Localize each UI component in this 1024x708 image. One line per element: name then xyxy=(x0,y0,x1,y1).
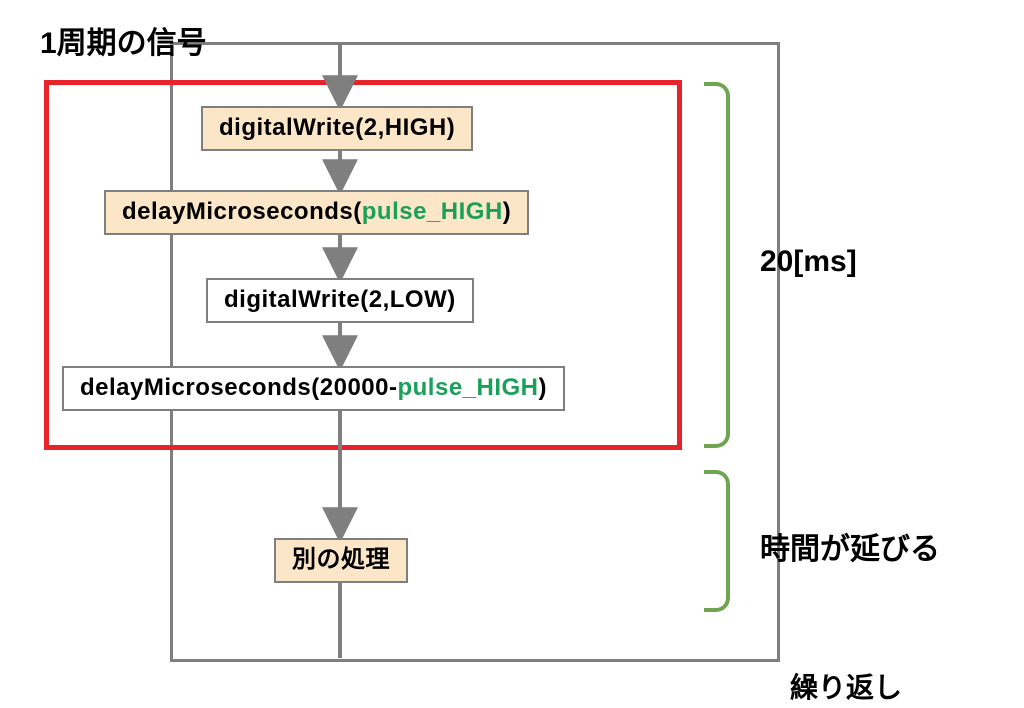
step-param: pulse_HIGH xyxy=(362,198,503,227)
step-text: 別の処理 xyxy=(292,546,390,575)
step-text: digitalWrite(2,HIGH) xyxy=(219,114,455,143)
step-text-pre: delayMicroseconds(20000- xyxy=(80,374,397,403)
step-text-pre: delayMicroseconds( xyxy=(122,198,362,227)
step-digitalwrite-high: digitalWrite(2,HIGH) xyxy=(201,106,473,151)
step-text-post: ) xyxy=(539,374,548,403)
diagram-canvas: 1周期の信号 digitalWrite(2,HIGH) delayMicrose… xyxy=(0,0,1024,708)
step-other-processing: 別の処理 xyxy=(274,538,408,583)
flow-arrows xyxy=(0,0,1024,708)
step-delay-high: delayMicroseconds(pulse_HIGH) xyxy=(104,190,529,235)
period-label: 20[ms] xyxy=(760,245,857,279)
step-text: digitalWrite(2,LOW) xyxy=(224,286,456,315)
brace-period xyxy=(704,82,730,448)
extend-label: 時間が延びる xyxy=(760,524,940,568)
loop-label: 繰り返し xyxy=(790,666,902,706)
step-param: pulse_HIGH xyxy=(397,374,538,403)
step-delay-low: delayMicroseconds(20000- pulse_HIGH) xyxy=(62,366,565,411)
brace-extend xyxy=(704,470,730,612)
step-text-post: ) xyxy=(503,198,512,227)
step-digitalwrite-low: digitalWrite(2,LOW) xyxy=(206,278,474,323)
